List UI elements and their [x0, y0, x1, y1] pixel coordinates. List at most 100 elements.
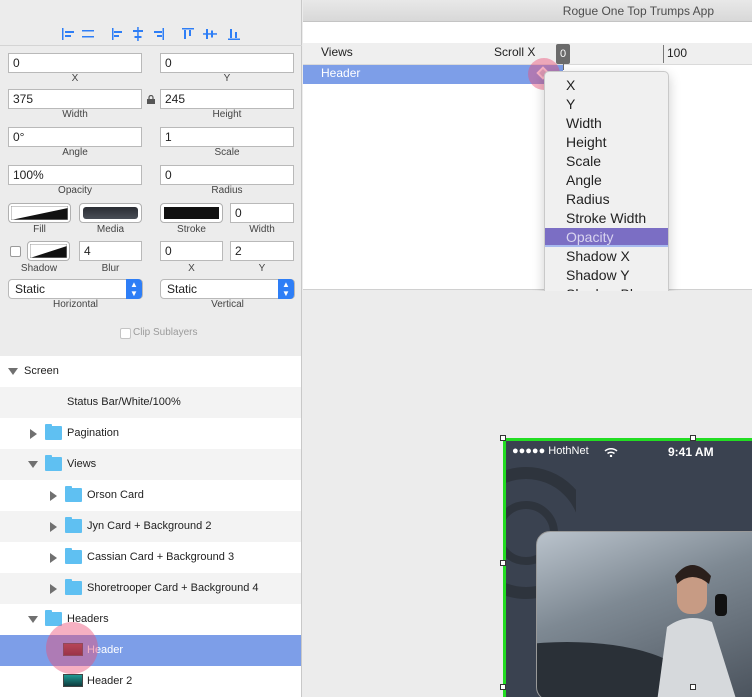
layer-row-views[interactable]: Views: [0, 449, 301, 480]
phone-preview[interactable]: ●●●●● HothNet 9:41 AM: [503, 438, 752, 697]
menu-item-height[interactable]: Height: [545, 133, 668, 152]
layer-label: Header 2: [87, 675, 133, 687]
y-label: Y: [223, 73, 231, 84]
layer-label: Screen: [24, 365, 59, 377]
disclosure-expanded-icon[interactable]: [8, 368, 18, 375]
resize-handle-middle-left[interactable]: [500, 560, 506, 566]
layer-row-pagination[interactable]: Pagination: [0, 418, 301, 449]
clip-sublayers-checkbox[interactable]: [120, 328, 131, 339]
blur-label: Blur: [101, 263, 120, 274]
angle-input[interactable]: 0°: [8, 127, 142, 147]
timeline-row-header[interactable]: Header: [303, 65, 563, 84]
blur-input[interactable]: 4: [79, 241, 142, 261]
disclosure-collapsed-icon[interactable]: [50, 491, 57, 501]
menu-item-y[interactable]: Y: [545, 95, 668, 114]
width-input[interactable]: 375: [8, 89, 142, 109]
height-label: Height: [212, 109, 242, 120]
disclosure-collapsed-icon[interactable]: [30, 429, 37, 439]
layer-row-status-bar[interactable]: Status Bar/White/100%: [0, 387, 301, 418]
layer-label: Pagination: [67, 427, 119, 439]
disclosure-collapsed-icon[interactable]: [50, 522, 57, 532]
menu-item-width[interactable]: Width: [545, 114, 668, 133]
timeline-scroll-label: Scroll X: [494, 45, 536, 59]
playhead[interactable]: 0: [556, 44, 570, 64]
x-input[interactable]: 0: [8, 53, 142, 73]
title-bar: Rogue One Top Trumps App: [303, 0, 752, 22]
resize-handle-top-middle[interactable]: [690, 435, 696, 441]
align-left-edge-icon[interactable]: [110, 26, 126, 42]
layer-label: Jyn Card + Background 2: [87, 520, 212, 532]
disclosure-collapsed-icon[interactable]: [50, 584, 57, 594]
horizontal-select-value: Static: [15, 282, 46, 296]
align-top-icon[interactable]: [180, 26, 196, 42]
menu-item-radius[interactable]: Radius: [545, 190, 668, 209]
x-label: X: [71, 73, 79, 84]
align-bottom-icon[interactable]: [226, 26, 242, 42]
character-card[interactable]: [536, 531, 752, 697]
opacity-input[interactable]: 100%: [8, 165, 142, 185]
phone-status-bar: ●●●●● HothNet 9:41 AM: [506, 441, 752, 461]
disclosure-expanded-icon[interactable]: [28, 616, 38, 623]
menu-item-shadow-x[interactable]: Shadow X: [545, 247, 668, 266]
menu-item-stroke-width[interactable]: Stroke Width: [545, 209, 668, 228]
scale-input[interactable]: 1: [160, 127, 294, 147]
resize-handle-top-left[interactable]: [500, 435, 506, 441]
folder-icon: [45, 424, 62, 440]
shadow-checkbox[interactable]: [10, 246, 21, 257]
align-center-horizontal-icon[interactable]: [130, 26, 146, 42]
layer-row-header-2[interactable]: Header 2: [0, 666, 301, 697]
menu-item-shadow-y[interactable]: Shadow Y: [545, 266, 668, 285]
menu-item-x[interactable]: X: [545, 76, 668, 95]
layer-row-headers[interactable]: Headers: [0, 604, 301, 635]
width-label: Width: [62, 109, 88, 120]
align-middle-icon[interactable]: [202, 26, 218, 42]
disclosure-collapsed-icon[interactable]: [50, 553, 57, 563]
clip-sublayers-label: Clip Sublayers: [133, 327, 198, 338]
shadow-swatch[interactable]: [27, 241, 70, 261]
layer-label: Views: [67, 458, 97, 470]
horizontal-select[interactable]: Static ▲ ▼: [8, 279, 143, 299]
layer-row-screen[interactable]: Screen: [0, 356, 301, 387]
layer-row-cassian-card[interactable]: Cassian Card + Background 3: [0, 542, 301, 573]
stroke-width-input[interactable]: 0: [230, 203, 294, 223]
menu-item-angle[interactable]: Angle: [545, 171, 668, 190]
playhead-line: [563, 64, 564, 70]
y-input[interactable]: 0: [160, 53, 294, 73]
radius-input[interactable]: 0: [160, 165, 294, 185]
layer-thumbnail: [63, 674, 83, 687]
layer-row-orson-card[interactable]: Orson Card: [0, 480, 301, 511]
menu-item-opacity[interactable]: Opacity: [545, 228, 668, 247]
shadow-y-input[interactable]: 2: [230, 241, 294, 261]
distribute-horizontal-icon[interactable]: [80, 26, 96, 42]
shadow-x-input[interactable]: 0: [160, 241, 223, 261]
scale-label: Scale: [214, 147, 240, 158]
media-swatch[interactable]: [79, 203, 142, 223]
vertical-select[interactable]: Static ▲ ▼: [160, 279, 295, 299]
height-input[interactable]: 245: [160, 89, 294, 109]
vertical-label: Vertical: [211, 299, 244, 310]
stroke-swatch[interactable]: [160, 203, 223, 223]
layer-label: Orson Card: [87, 489, 144, 501]
folder-icon: [45, 455, 62, 471]
layer-row-jyn-card[interactable]: Jyn Card + Background 2: [0, 511, 301, 542]
touch-indicator: [46, 622, 98, 674]
align-toolbar: [0, 22, 302, 46]
timeline-views-label: Views: [321, 45, 353, 59]
resize-handle-bottom-left[interactable]: [500, 684, 506, 690]
menu-item-scale[interactable]: Scale: [545, 152, 668, 171]
fill-swatch[interactable]: [8, 203, 71, 223]
character-portrait: [537, 565, 736, 697]
align-left-icon[interactable]: [60, 26, 76, 42]
angle-label: Angle: [62, 147, 88, 158]
disclosure-expanded-icon[interactable]: [28, 461, 38, 468]
lock-icon[interactable]: [147, 95, 155, 104]
folder-icon: [65, 486, 82, 502]
opacity-label: Opacity: [58, 185, 92, 196]
align-right-edge-icon[interactable]: [150, 26, 166, 42]
layers-panel: Screen Status Bar/White/100% Pagination …: [0, 356, 302, 697]
layer-row-shoretrooper-card[interactable]: Shoretrooper Card + Background 4: [0, 573, 301, 604]
resize-handle-bottom-middle[interactable]: [690, 684, 696, 690]
folder-icon: [65, 579, 82, 595]
select-stepper-icon: ▲ ▼: [126, 279, 142, 299]
time-label: 9:41 AM: [668, 445, 714, 459]
